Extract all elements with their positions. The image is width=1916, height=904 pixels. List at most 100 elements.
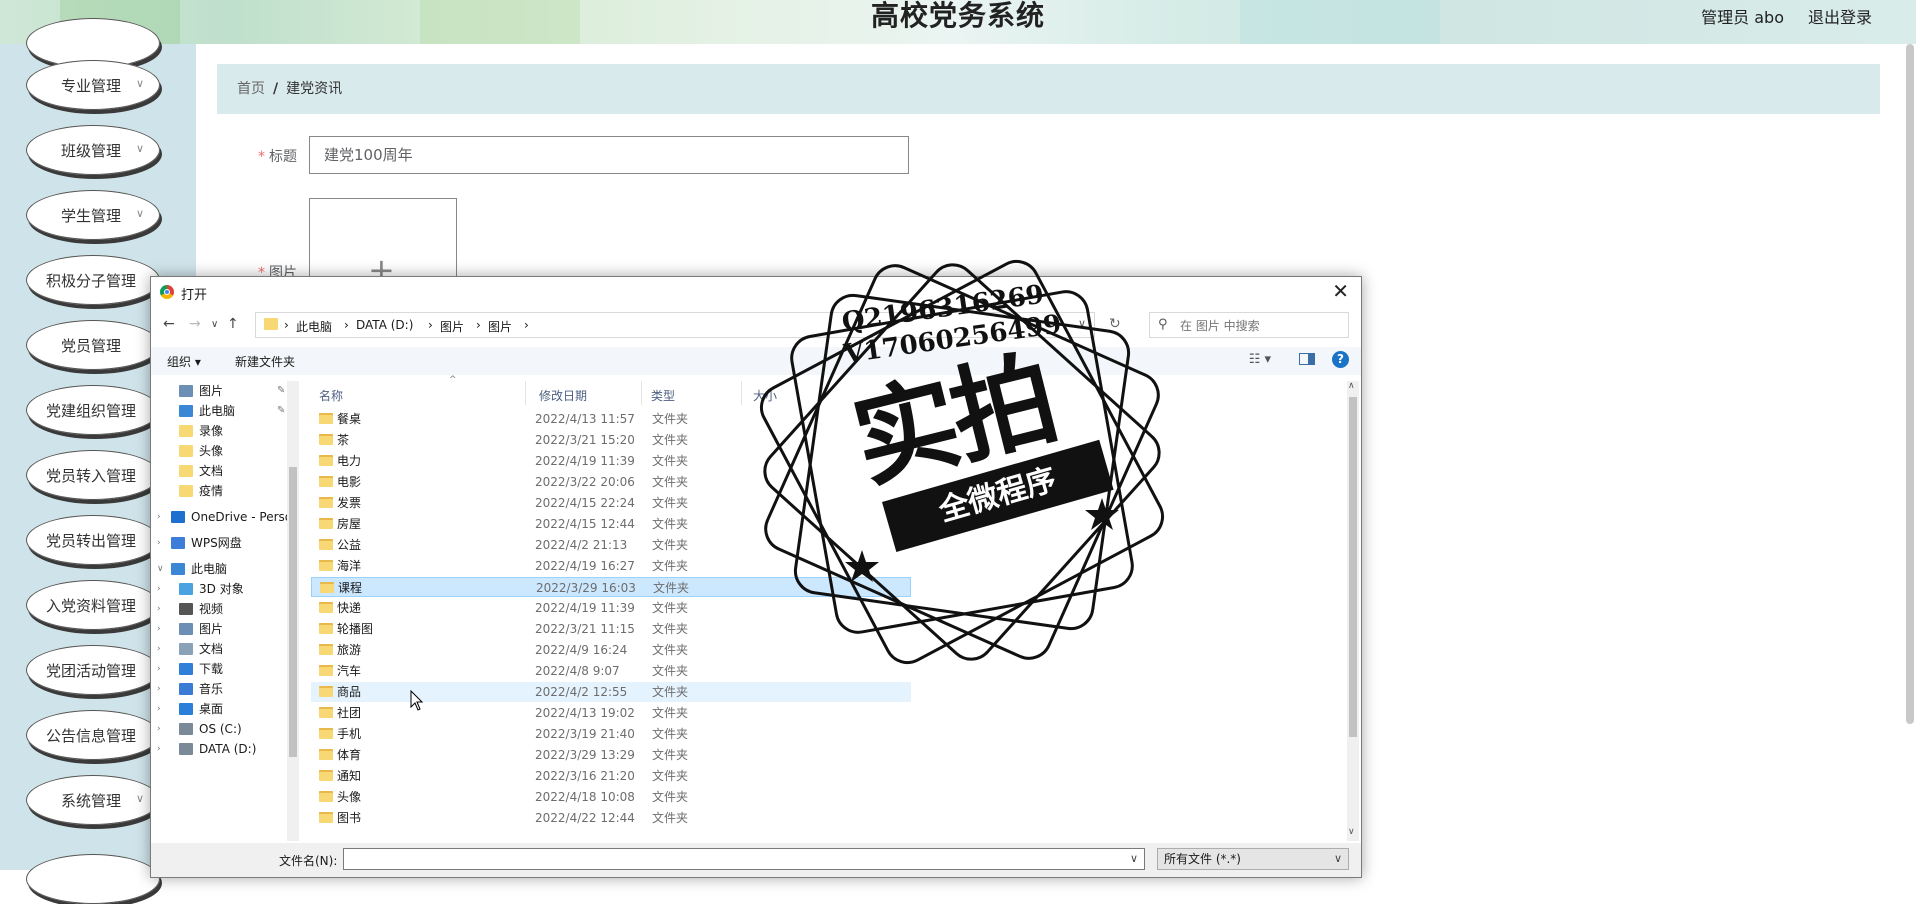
chevron-right-icon[interactable]: › — [157, 599, 161, 619]
tree-item[interactable]: 头像 — [151, 441, 287, 461]
sidebar-item[interactable]: 党建组织管理 — [26, 385, 160, 435]
tree-item[interactable]: › 文档 — [151, 639, 287, 659]
tree-item[interactable]: › 桌面 — [151, 699, 287, 719]
chevron-down-icon[interactable]: ∨ — [1130, 852, 1138, 865]
tree-item-label: 文档 — [199, 464, 224, 478]
scroll-down-icon[interactable]: ∨ — [1348, 827, 1355, 837]
column-type[interactable]: 类型 — [651, 387, 675, 404]
file-date: 2022/4/8 9:07 — [535, 664, 620, 678]
sidebar-item[interactable]: 公告信息管理 — [26, 710, 160, 760]
sidebar-item-label: 班级管理 — [60, 141, 121, 160]
logout-link[interactable]: 退出登录 — [1808, 4, 1872, 28]
file-row[interactable]: 通知 2022/3/16 21:20 文件夹 — [311, 766, 911, 786]
tree-item[interactable]: › 视频 — [151, 599, 287, 619]
breadcrumb-current: 建党资讯 — [286, 81, 343, 97]
up-arrow-icon[interactable]: ↑ — [227, 316, 239, 332]
file-date: 2022/4/2 12:55 — [535, 685, 628, 699]
sidebar-item-label: 系统管理 — [60, 791, 121, 810]
path-segment[interactable]: 图片 — [488, 318, 512, 335]
current-user[interactable]: 管理员 abo — [1701, 4, 1784, 28]
chevron-right-icon[interactable]: › — [157, 659, 161, 679]
sidebar-item[interactable]: 专业管理 ∨ — [26, 60, 160, 110]
path-separator-icon: › — [524, 318, 529, 332]
breadcrumb-home[interactable]: 首页 — [237, 81, 265, 97]
folder-icon — [264, 318, 278, 330]
file-list-scrollbar[interactable]: ∧ ∨ — [1347, 381, 1359, 841]
column-date[interactable]: 修改日期 — [539, 387, 587, 404]
tree-item[interactable]: 疫情 — [151, 481, 287, 501]
column-divider[interactable] — [525, 381, 526, 405]
chevron-right-icon[interactable]: › — [157, 719, 161, 739]
file-row[interactable]: 社团 2022/4/13 19:02 文件夹 — [311, 703, 911, 723]
tree-item[interactable]: › OS (C:) — [151, 719, 287, 739]
tree-item-label: WPS网盘 — [191, 536, 242, 550]
sidebar-item[interactable]: 党员转入管理 — [26, 450, 160, 500]
tree-item[interactable]: › 图片 — [151, 619, 287, 639]
tree-item[interactable]: › 音乐 — [151, 679, 287, 699]
chevron-right-icon[interactable]: › — [157, 639, 161, 659]
recent-dropdown-icon[interactable]: ∨ — [211, 319, 218, 330]
chevron-down-icon[interactable]: ∨ — [157, 559, 164, 579]
filename-input[interactable]: ∨ — [343, 848, 1145, 870]
chevron-right-icon[interactable]: › — [157, 507, 161, 527]
sidebar-item[interactable]: 学生管理 ∨ — [26, 190, 160, 240]
sidebar-item[interactable]: 党团活动管理 — [26, 645, 160, 695]
file-row[interactable]: 体育 2022/3/29 13:29 文件夹 — [311, 745, 911, 765]
chevron-right-icon[interactable]: › — [157, 533, 161, 553]
scroll-up-icon[interactable]: ∧ — [1348, 381, 1355, 391]
tree-item[interactable]: › WPS网盘 — [151, 533, 287, 553]
file-name: 快递 — [337, 601, 362, 615]
chevron-right-icon[interactable]: › — [157, 619, 161, 639]
chevron-down-icon: ∨ — [1333, 852, 1342, 865]
path-segment[interactable]: 此电脑 — [296, 318, 332, 335]
scrollbar-thumb[interactable] — [1349, 397, 1357, 737]
sidebar-item[interactable]: 积极分子管理 — [26, 255, 160, 305]
file-name: 房屋 — [337, 517, 362, 531]
new-folder-button[interactable]: 新建文件夹 — [235, 353, 295, 370]
sidebar-item[interactable]: 系统管理 ∨ — [26, 775, 160, 825]
chevron-right-icon[interactable]: › — [157, 699, 161, 719]
file-row[interactable]: 手机 2022/3/19 21:40 文件夹 — [311, 724, 911, 744]
tree-item[interactable]: 录像 — [151, 421, 287, 441]
file-row[interactable]: 商品 2022/4/2 12:55 文件夹 — [311, 682, 911, 702]
close-button[interactable]: ✕ — [1332, 279, 1349, 303]
tree-item[interactable]: › DATA (D:) — [151, 739, 287, 759]
scrollbar-thumb[interactable] — [289, 467, 297, 757]
search-input[interactable] — [1178, 316, 1342, 336]
help-button[interactable]: ? — [1332, 351, 1349, 368]
title-input[interactable]: 建党100周年 — [309, 136, 909, 174]
filetype-select[interactable]: 所有文件 (*.*) ∨ — [1157, 848, 1349, 870]
preview-pane-icon[interactable] — [1299, 353, 1315, 365]
column-name[interactable]: 名称 — [319, 387, 343, 404]
column-divider[interactable] — [741, 381, 742, 405]
tree-item[interactable]: › OneDrive - Perso — [151, 507, 287, 527]
file-date: 2022/3/16 21:20 — [535, 769, 635, 783]
tree-item[interactable]: › 3D 对象 — [151, 579, 287, 599]
search-box[interactable]: ⚲ — [1149, 312, 1349, 338]
chevron-right-icon[interactable]: › — [157, 679, 161, 699]
sidebar-item[interactable]: 入党资料管理 — [26, 580, 160, 630]
sidebar-item[interactable]: 党员管理 — [26, 320, 160, 370]
sidebar-item[interactable]: 党员转出管理 — [26, 515, 160, 565]
view-options-icon[interactable]: ☷ ▾ — [1249, 352, 1271, 367]
sidebar-item[interactable]: 班级管理 ∨ — [26, 125, 160, 175]
page-scrollbar[interactable] — [1906, 44, 1914, 724]
tree-item[interactable]: 此电脑 ✎ — [151, 401, 287, 421]
forward-arrow-icon[interactable]: → — [189, 316, 201, 332]
tree-item[interactable]: ∨ 此电脑 — [151, 559, 287, 579]
organize-button[interactable]: 组织 ▾ — [167, 353, 201, 370]
tree-item[interactable]: 文档 — [151, 461, 287, 481]
onedrive-icon — [171, 511, 185, 523]
tree-item[interactable]: › 下载 — [151, 659, 287, 679]
navigation-scrollbar[interactable] — [287, 381, 299, 841]
path-segment[interactable]: 图片 — [440, 318, 464, 335]
chevron-right-icon[interactable]: › — [157, 579, 161, 599]
chevron-right-icon[interactable]: › — [157, 739, 161, 759]
tree-item[interactable]: 图片 ✎ — [151, 381, 287, 401]
column-divider[interactable] — [641, 381, 642, 405]
file-row[interactable]: 头像 2022/4/18 10:08 文件夹 — [311, 787, 911, 807]
file-row[interactable]: 图书 2022/4/22 12:44 文件夹 — [311, 808, 911, 828]
sidebar-item-partial[interactable] — [26, 854, 160, 904]
path-segment[interactable]: DATA (D:) — [356, 318, 413, 332]
back-arrow-icon[interactable]: ← — [163, 316, 175, 332]
